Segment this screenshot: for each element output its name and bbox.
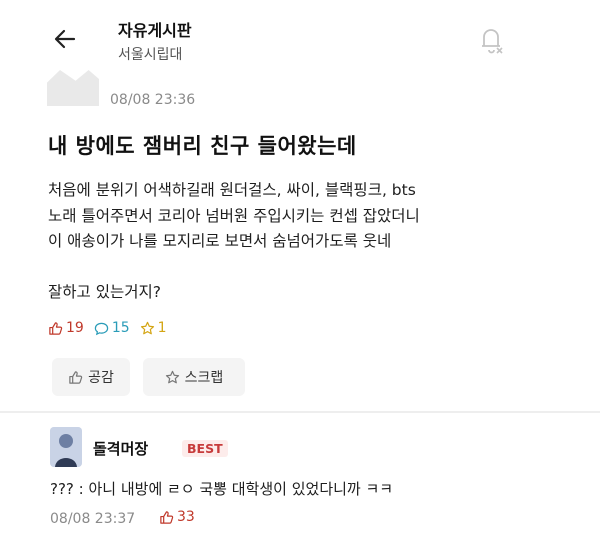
post-body: 처음에 분위기 어색하길래 원더걸스, 싸이, 블랙핑크, bts 노래 틀어주… — [48, 178, 568, 306]
comment-like-count: 33 — [159, 509, 195, 525]
school-name: 서울시립대 — [118, 47, 183, 63]
comment-count-value: 15 — [111, 320, 130, 336]
like-button[interactable]: 공감 — [52, 358, 130, 396]
post-stats: 19 15 1 — [48, 320, 177, 336]
comment-bubble-icon — [94, 322, 109, 335]
thumbs-up-icon — [160, 510, 174, 524]
post-body-line: 노래 틀어주면서 코리아 넘버원 주입시키는 컨셉 잡았더니 — [48, 206, 420, 225]
thumbs-up-icon — [49, 321, 63, 335]
author-avatar — [47, 70, 99, 106]
comment-like-count-value: 33 — [177, 509, 195, 525]
post-timestamp: 08/08 23:36 — [110, 92, 196, 108]
section-divider — [0, 411, 600, 413]
comment-count: 15 — [94, 320, 130, 336]
board-title: 자유게시판 — [118, 21, 192, 40]
scrap-count: 1 — [140, 320, 167, 336]
bell-off-icon[interactable] — [476, 24, 506, 56]
like-count: 19 — [48, 320, 84, 336]
star-icon — [140, 321, 154, 334]
post-body-line — [48, 255, 568, 281]
comment-timestamp: 08/08 23:37 — [50, 511, 136, 527]
post-title: 내 방에도 잼버리 친구 들어왔는데 — [48, 134, 357, 158]
scrap-count-value: 1 — [157, 320, 167, 336]
comment-author[interactable]: 돌격머장 — [93, 438, 148, 459]
comment-avatar — [50, 427, 82, 467]
best-badge: BEST — [182, 440, 228, 457]
star-icon — [165, 370, 179, 383]
like-count-value: 19 — [66, 320, 84, 336]
like-button-label: 공감 — [88, 370, 114, 386]
back-arrow-icon[interactable] — [50, 24, 80, 54]
scrap-button-label: 스크랩 — [184, 370, 224, 386]
comment-text: ??? : 아니 내방에 ㄹㅇ 국뽕 대학생이 있었다니까 ㅋㅋ — [50, 480, 394, 498]
scrap-button[interactable]: 스크랩 — [143, 358, 245, 396]
thumbs-up-icon — [69, 370, 83, 384]
post-body-line: 이 애송이가 나를 모지리로 보면서 숨넘어가도록 웃네 — [48, 232, 392, 250]
post-body-line: 처음에 분위기 어색하길래 원더걸스, 싸이, 블랙핑크, bts — [48, 181, 416, 199]
post-body-line: 잘하고 있는거지? — [48, 283, 161, 301]
